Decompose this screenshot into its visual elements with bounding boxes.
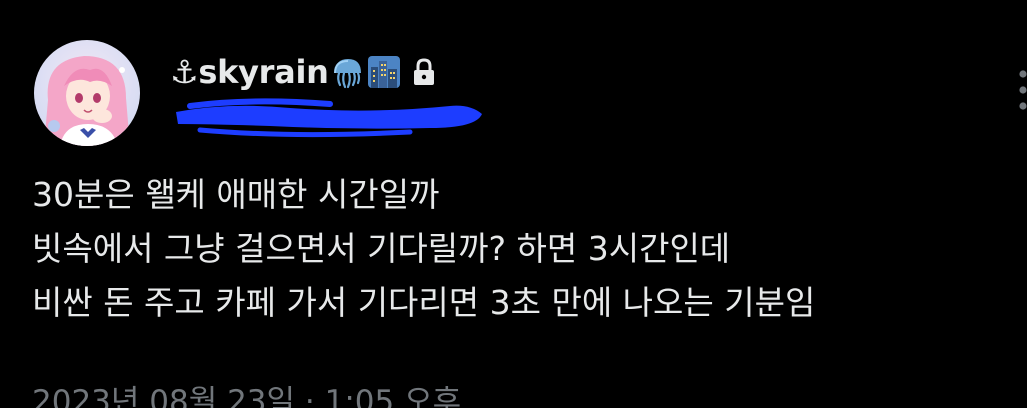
tweet-line-1: 30분은 왤케 애매한 시간일까 (32, 175, 440, 214)
avatar-image (34, 40, 140, 146)
more-options-icon[interactable] (1008, 66, 1027, 114)
profile-avatar[interactable] (34, 40, 140, 146)
cityscape-emoji-icon (367, 55, 401, 89)
tweet-line-3: 비싼 돈 주고 카페 가서 기다리면 3초 만에 나오는 기분임 (32, 283, 816, 322)
handle-redaction-scribble (170, 94, 490, 140)
tweet-text: 30분은 왤케 애매한 시간일까 빗속에서 그냥 걸으면서 기다릴까? 하면 3… (32, 168, 1017, 330)
tweet-line-2: 빗속에서 그냥 걸으면서 기다릴까? 하면 3시간인데 (32, 229, 731, 268)
display-name-row[interactable]: ⚓skyrain (170, 52, 437, 92)
tweet-timestamp[interactable]: 2023년 08월 23일 · 1:05 오후 (32, 382, 461, 408)
display-name[interactable]: ⚓skyrain (170, 53, 329, 91)
jellyfish-emoji-icon (331, 55, 365, 89)
lock-icon (411, 57, 437, 87)
